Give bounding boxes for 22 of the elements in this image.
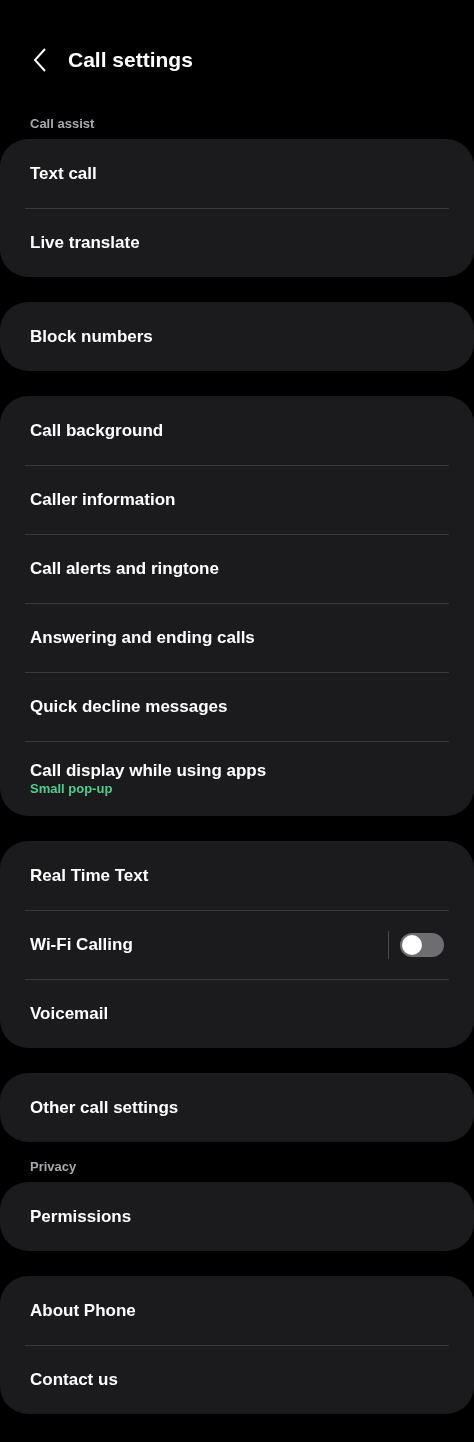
setting-label[interactable]: Quick decline messages: [30, 697, 444, 717]
setting-label[interactable]: About Phone: [30, 1300, 444, 1321]
setting-label[interactable]: Wi-Fi Calling: [30, 935, 388, 955]
back-icon: [33, 48, 47, 72]
setting-label[interactable]: Call background: [30, 420, 444, 441]
setting-label[interactable]: Other call settings: [30, 1097, 444, 1118]
section-header: Privacy: [29, 1159, 78, 1175]
section-header: Call assist: [29, 116, 96, 132]
setting-label[interactable]: Call alerts and ringtone: [30, 559, 444, 579]
setting-label[interactable]: Real Time Text: [30, 865, 444, 886]
setting-label[interactable]: Contact us: [30, 1370, 444, 1390]
setting-label[interactable]: Voicemail: [30, 1004, 444, 1024]
toggle-switch[interactable]: [400, 933, 444, 957]
setting-label[interactable]: Caller information: [30, 490, 444, 510]
setting-label[interactable]: Answering and ending calls: [30, 628, 444, 648]
setting-label[interactable]: Block numbers: [30, 326, 444, 347]
setting-label[interactable]: Text call: [30, 163, 444, 184]
setting-value: Small pop-up: [30, 781, 114, 797]
setting-label[interactable]: Live translate: [30, 233, 444, 253]
setting-label[interactable]: Permissions: [30, 1206, 444, 1227]
page-title: Call settings: [68, 47, 193, 74]
setting-label[interactable]: Call display while using apps: [30, 761, 444, 781]
